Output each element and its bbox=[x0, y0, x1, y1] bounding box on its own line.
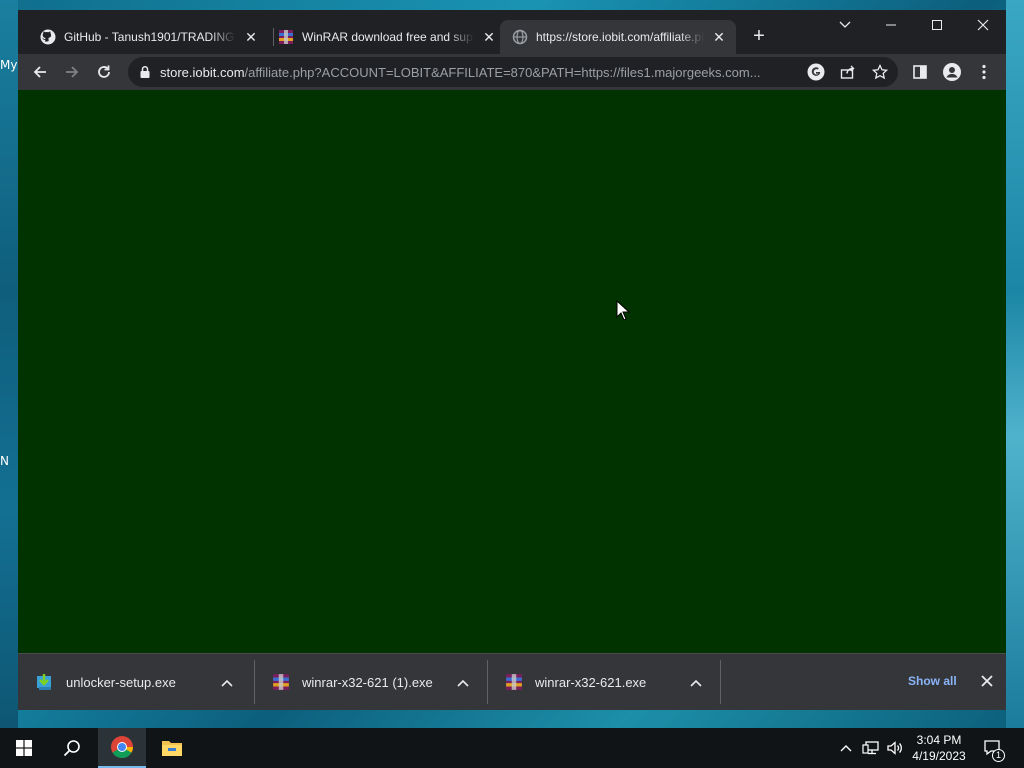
url-text[interactable]: store.iobit.com/affiliate.php?ACCOUNT=LO… bbox=[160, 65, 800, 80]
forward-arrow-icon[interactable] bbox=[60, 60, 84, 84]
winrar-icon bbox=[505, 673, 523, 691]
close-downloads-bar-icon[interactable] bbox=[978, 672, 996, 690]
tab-close-icon[interactable]: ✕ bbox=[480, 28, 498, 46]
tab-strip: GitHub - Tanush1901/TRADINGVIEW ✕ WinRAR… bbox=[18, 10, 1006, 54]
notification-center-icon[interactable]: 1 bbox=[978, 728, 1008, 768]
google-lens-icon[interactable] bbox=[806, 62, 826, 82]
desktop-right-edge bbox=[1006, 0, 1024, 728]
tab-iobit[interactable]: https://store.iobit.com/affiliate.php ✕ bbox=[500, 20, 736, 54]
download-filename: winrar-x32-621 (1).exe bbox=[302, 674, 433, 690]
globe-icon bbox=[512, 29, 528, 45]
download-separator bbox=[720, 660, 721, 704]
chevron-up-icon[interactable] bbox=[686, 675, 706, 690]
search-icon[interactable] bbox=[48, 728, 96, 768]
winrar-icon bbox=[272, 673, 290, 691]
chevron-up-icon[interactable] bbox=[453, 675, 473, 690]
reload-icon[interactable] bbox=[92, 60, 116, 84]
volume-icon[interactable] bbox=[884, 728, 906, 768]
download-filename: unlocker-setup.exe bbox=[66, 674, 176, 690]
clock-date: 4/19/2023 bbox=[912, 749, 966, 763]
tab-title: GitHub - Tanush1901/TRADINGVIEW bbox=[64, 30, 236, 44]
show-all-downloads-link[interactable]: Show all bbox=[908, 674, 957, 688]
side-panel-icon[interactable] bbox=[908, 60, 932, 84]
share-icon[interactable] bbox=[838, 62, 858, 82]
close-window-button[interactable] bbox=[960, 10, 1006, 40]
page-content[interactable] bbox=[18, 90, 1006, 653]
chevron-up-icon[interactable] bbox=[836, 728, 856, 768]
tab-search-chevron-icon[interactable] bbox=[822, 10, 868, 40]
chrome-taskbar-icon[interactable] bbox=[98, 728, 146, 768]
start-windows-icon[interactable] bbox=[0, 728, 48, 768]
clock-time: 3:04 PM bbox=[916, 733, 962, 747]
browser-toolbar: store.iobit.com/affiliate.php?ACCOUNT=LO… bbox=[18, 54, 1006, 90]
chevron-up-icon[interactable] bbox=[217, 675, 237, 690]
desktop-icon-label-my[interactable]: My bbox=[0, 58, 17, 72]
mouse-cursor-icon bbox=[616, 299, 631, 327]
new-tab-button[interactable]: + bbox=[748, 26, 770, 48]
desktop-icon-label-n[interactable]: N bbox=[0, 454, 9, 468]
back-arrow-icon[interactable] bbox=[28, 60, 52, 84]
github-icon bbox=[40, 29, 56, 45]
bookmark-star-icon[interactable] bbox=[870, 62, 890, 82]
profile-avatar-icon[interactable] bbox=[940, 60, 964, 84]
download-item[interactable]: winrar-x32-621 (1).exe bbox=[254, 662, 487, 702]
download-filename: winrar-x32-621.exe bbox=[535, 674, 647, 690]
system-clock[interactable]: 3:04 PM 4/19/2023 bbox=[908, 732, 970, 764]
notification-count-badge: 1 bbox=[992, 749, 1005, 762]
minimize-button[interactable] bbox=[868, 10, 914, 40]
address-bar[interactable]: store.iobit.com/affiliate.php?ACCOUNT=LO… bbox=[128, 57, 898, 87]
file-explorer-icon[interactable] bbox=[148, 728, 196, 768]
tab-close-icon[interactable]: ✕ bbox=[710, 28, 728, 46]
winrar-icon bbox=[278, 29, 294, 45]
browser-window: GitHub - Tanush1901/TRADINGVIEW ✕ WinRAR… bbox=[18, 10, 1006, 710]
installer-icon bbox=[36, 673, 54, 691]
url-path: /affiliate.php?ACCOUNT=LOBIT&AFFILIATE=8… bbox=[244, 65, 761, 80]
tab-title: WinRAR download free and support bbox=[302, 30, 474, 44]
desktop-left-edge bbox=[0, 0, 18, 728]
tab-winrar[interactable]: WinRAR download free and support ✕ bbox=[266, 20, 506, 54]
tab-title: https://store.iobit.com/affiliate.php bbox=[536, 30, 704, 44]
lock-icon[interactable] bbox=[138, 65, 152, 79]
taskbar: 3:04 PM 4/19/2023 1 bbox=[0, 728, 1024, 768]
kebab-menu-icon[interactable] bbox=[972, 60, 996, 84]
tab-github[interactable]: GitHub - Tanush1901/TRADINGVIEW ✕ bbox=[28, 20, 268, 54]
tab-close-icon[interactable]: ✕ bbox=[242, 28, 260, 46]
network-icon[interactable] bbox=[860, 728, 882, 768]
url-host: store.iobit.com bbox=[160, 65, 245, 80]
download-item[interactable]: winrar-x32-621.exe bbox=[487, 662, 720, 702]
download-item[interactable]: unlocker-setup.exe bbox=[18, 662, 251, 702]
maximize-button[interactable] bbox=[914, 10, 960, 40]
downloads-bar: unlocker-setup.exe winrar-x32-621 (1).ex… bbox=[18, 653, 1006, 710]
